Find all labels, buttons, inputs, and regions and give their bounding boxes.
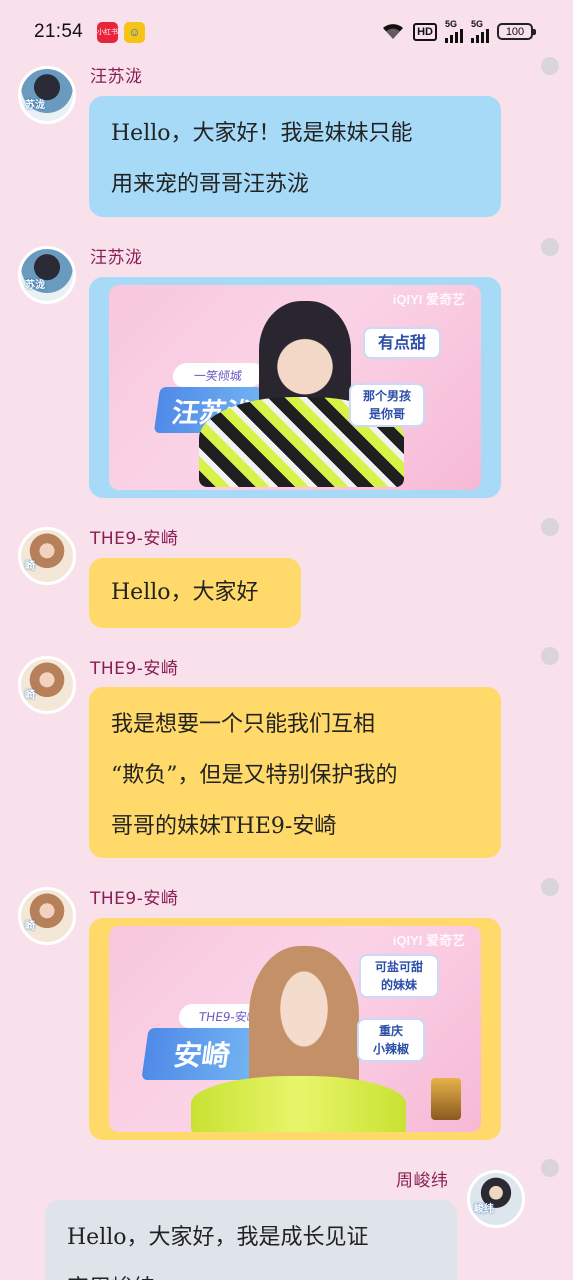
- signal-5g-icon: 5G: [445, 20, 463, 43]
- status-time: 21:54: [34, 21, 84, 42]
- message-bubble[interactable]: Hello，大家好！我是妹妹只能 用来宠的哥哥汪苏泷: [89, 96, 501, 217]
- xiaohongshu-app-icon: 小红书: [97, 21, 119, 43]
- avatar[interactable]: 崎: [18, 656, 76, 714]
- hd-icon: HD: [413, 22, 437, 41]
- image-message-bubble[interactable]: iQIYI 爱奇艺 THE9-安崎 安崎 可盐可甜 的妹妹 重庆 小辣椒: [89, 918, 501, 1140]
- caption-bubble: 那个男孩 是你哥: [349, 383, 425, 427]
- battery-icon: 100: [497, 23, 536, 40]
- avatar[interactable]: 崎: [18, 887, 76, 945]
- avatar-label: 崎: [25, 561, 35, 572]
- avatar-label: 崎: [25, 921, 35, 932]
- avatar-label: 苏泷: [25, 280, 45, 291]
- caption-bubble: 可盐可甜 的妹妹: [359, 954, 439, 998]
- message-bubble[interactable]: Hello，大家好: [89, 558, 301, 628]
- signal-label-2: 5G: [471, 19, 484, 29]
- person-head: [249, 946, 359, 1096]
- message-line: Hello，大家好！我是妹妹只能: [111, 121, 413, 146]
- message-line: 官周峻纬: [67, 1263, 435, 1280]
- signal-5g-icon-2: 5G: [471, 20, 489, 43]
- caption-bubble: 重庆 小辣椒: [357, 1018, 425, 1062]
- message-line: 我是想要一个只能我们互相: [111, 712, 376, 737]
- avatar[interactable]: 崎: [18, 527, 76, 585]
- video-screenshot-image[interactable]: iQIYI 爱奇艺 一笑倾城 汪苏泷 有点甜 那个男孩 是你哥: [109, 285, 481, 490]
- iqiyi-watermark: iQIYI 爱奇艺: [392, 933, 465, 948]
- message-bubble[interactable]: 我是想要一个只能我们互相 “欺负”，但是又特别保护我的 哥哥的妹妹THE9-安崎: [89, 687, 501, 858]
- message-line: “欺负”，但是又特别保护我的: [111, 763, 398, 788]
- message-line: Hello，大家好: [111, 580, 259, 605]
- message-dot: [541, 647, 559, 665]
- avatar-label: 苏泷: [25, 100, 45, 111]
- avatar[interactable]: 苏泷: [18, 246, 76, 304]
- status-indicators: HD 5G 5G 100: [381, 20, 536, 43]
- image-message-bubble[interactable]: iQIYI 爱奇艺 一笑倾城 汪苏泷 有点甜 那个男孩 是你哥: [89, 277, 501, 498]
- smiley-app-icon: ☺: [124, 21, 146, 43]
- wifi-icon: [383, 23, 404, 39]
- caption-bubble: 有点甜: [363, 327, 441, 359]
- message-dot: [541, 1159, 559, 1177]
- message-dot: [541, 57, 559, 75]
- message-line: Hello，大家好，我是成长见证: [67, 1225, 369, 1250]
- message-line: 哥哥的妹妹THE9-安崎: [111, 814, 337, 839]
- avatar-label: 峻纬: [474, 1204, 494, 1215]
- name-tag: 安崎: [141, 1028, 263, 1080]
- sender-name: 周峻纬: [396, 1171, 449, 1191]
- subtitle-tag: 一笑倾城: [171, 363, 265, 387]
- iqiyi-watermark: iQIYI 爱奇艺: [392, 292, 465, 307]
- product-bottle: [431, 1078, 461, 1120]
- sender-name: 汪苏泷: [90, 248, 143, 268]
- video-screenshot-image[interactable]: iQIYI 爱奇艺 THE9-安崎 安崎 可盐可甜 的妹妹 重庆 小辣椒: [109, 926, 481, 1132]
- avatar[interactable]: 峻纬: [467, 1170, 525, 1228]
- avatar-label: 崎: [25, 690, 35, 701]
- signal-label: 5G: [445, 19, 458, 29]
- message-dot: [541, 238, 559, 256]
- message-bubble[interactable]: Hello，大家好，我是成长见证 官周峻纬: [45, 1200, 457, 1280]
- sender-name: THE9-安崎: [90, 889, 179, 909]
- person-head: [259, 301, 351, 407]
- message-dot: [541, 518, 559, 536]
- sender-name: THE9-安崎: [90, 659, 179, 679]
- message-line: 用来宠的哥哥汪苏泷: [111, 172, 310, 197]
- avatar[interactable]: 苏泷: [18, 66, 76, 124]
- sender-name: 汪苏泷: [90, 67, 143, 87]
- message-dot: [541, 878, 559, 896]
- person-top: [191, 1076, 406, 1132]
- sender-name: THE9-安崎: [90, 529, 179, 549]
